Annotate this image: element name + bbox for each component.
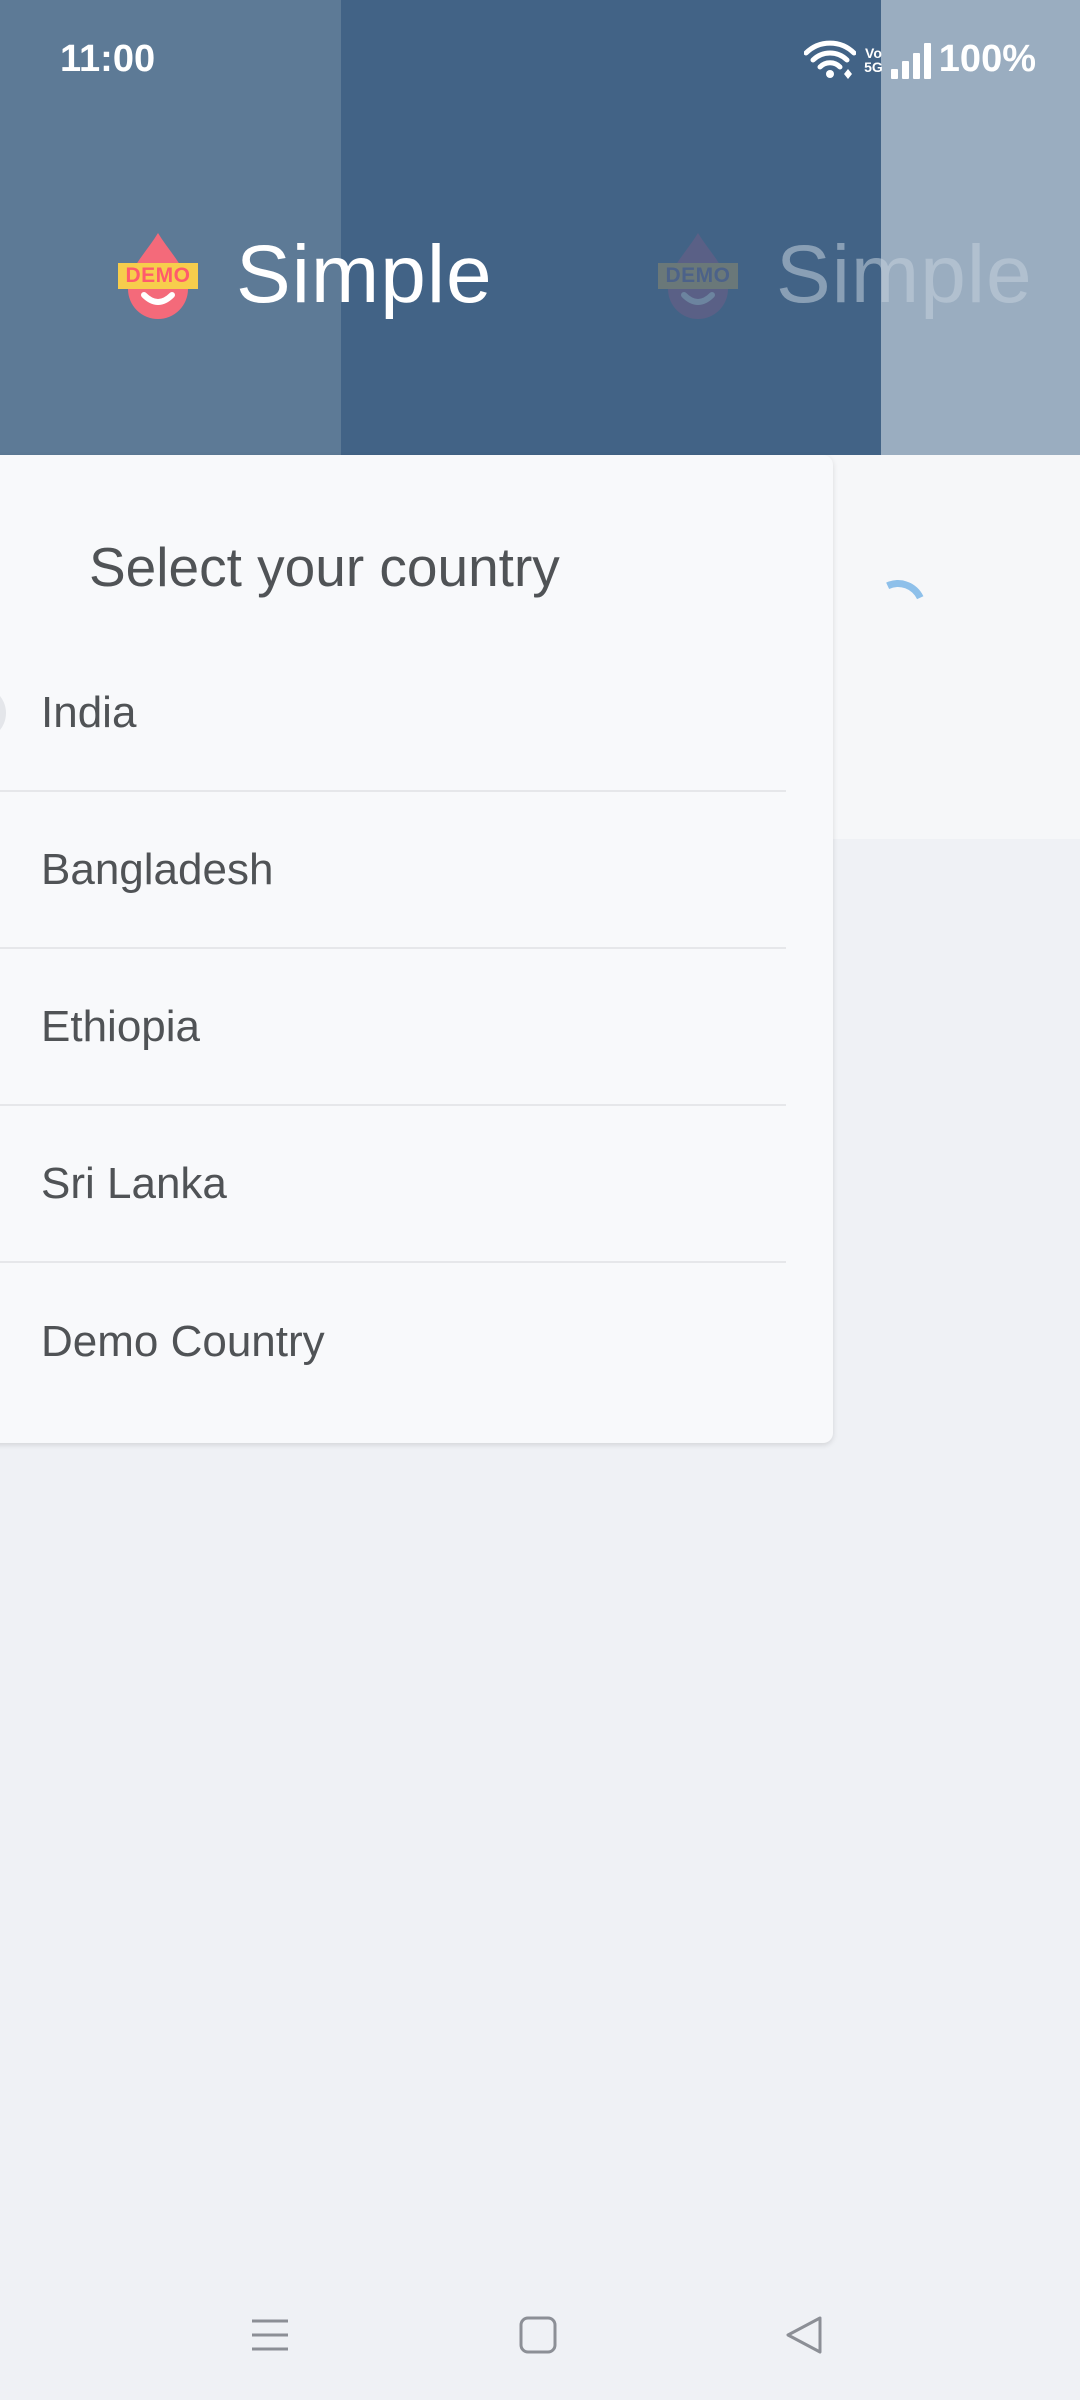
country-label: India: [41, 687, 137, 737]
country-item-bangladesh[interactable]: Bangladesh: [0, 792, 786, 949]
demo-badge: DEMO: [118, 263, 198, 289]
app-name: Simple: [776, 229, 1033, 320]
wifi-icon: [804, 40, 857, 79]
recent-apps-icon[interactable]: [243, 2308, 297, 2362]
home-icon[interactable]: [511, 2308, 565, 2362]
country-item-ethiopia[interactable]: Ethiopia: [0, 949, 786, 1106]
country-label: Ethiopia: [41, 1001, 201, 1051]
country-label: Sri Lanka: [41, 1158, 227, 1208]
app-logo: DEMO Simple: [118, 228, 493, 322]
country-label: Demo Country: [41, 1316, 325, 1366]
country-picker-card: Select your country India Bangladesh Eth…: [0, 455, 833, 1443]
status-icons: Vo 5G 100%: [804, 38, 1036, 81]
touch-ripple: [0, 685, 6, 740]
battery-level: 100%: [938, 38, 1036, 80]
back-icon[interactable]: [777, 2308, 831, 2362]
demo-badge: DEMO: [658, 263, 738, 289]
system-nav-bar: [0, 2290, 1080, 2380]
signal-icon: [890, 41, 931, 79]
drop-logo-icon: DEMO: [658, 229, 740, 321]
country-item-sri-lanka[interactable]: Sri Lanka: [0, 1106, 786, 1263]
app-name: Simple: [236, 229, 493, 320]
country-label: Bangladesh: [41, 844, 274, 894]
country-picker-title: Select your country: [89, 536, 560, 598]
app-logo-ghost: DEMO Simple: [658, 228, 1033, 322]
country-item-india[interactable]: India: [0, 635, 786, 792]
status-time: 11:00: [60, 38, 156, 80]
volte-5g-icon: Vo 5G: [864, 44, 883, 75]
country-list: India Bangladesh Ethiopia Sri Lanka Demo…: [0, 635, 786, 1420]
drop-logo-icon: DEMO: [118, 229, 200, 321]
country-item-demo-country[interactable]: Demo Country: [0, 1263, 786, 1420]
